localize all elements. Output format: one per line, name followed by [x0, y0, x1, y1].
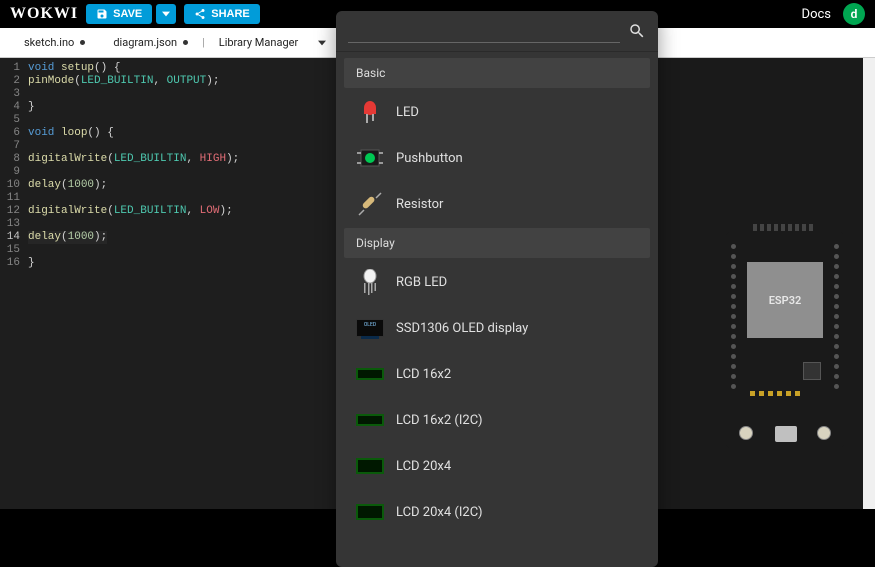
oled-icon: OLED	[356, 314, 384, 342]
tab-more[interactable]	[312, 28, 332, 57]
resistor-icon	[356, 190, 384, 218]
save-button[interactable]: SAVE	[86, 4, 152, 24]
caret-down-icon	[318, 40, 326, 46]
rgb-led-icon	[356, 268, 384, 296]
parts-search	[336, 11, 658, 52]
share-button[interactable]: SHARE	[184, 4, 260, 24]
tab-diagram[interactable]: diagram.json	[99, 28, 202, 57]
part-label: RGB LED	[396, 275, 447, 290]
tab-library-manager[interactable]: Library Manager	[205, 28, 312, 57]
part-label: SSD1306 OLED display	[396, 321, 528, 336]
part-label: Resistor	[396, 197, 443, 212]
parts-picker: Basic LED Pushbutton Resistor Display RG…	[336, 11, 658, 567]
modified-dot-icon	[183, 40, 188, 45]
board-esp32[interactable]: ESP32	[725, 230, 845, 450]
modified-dot-icon	[80, 40, 85, 45]
part-label: LED	[396, 105, 419, 120]
lcd-icon	[356, 406, 384, 434]
scrollbar[interactable]	[863, 58, 875, 509]
pins-left	[731, 244, 736, 389]
bottom-pads	[750, 391, 800, 396]
tab-sketch[interactable]: sketch.ino	[10, 28, 99, 57]
part-pushbutton[interactable]: Pushbutton	[344, 136, 650, 180]
save-label: SAVE	[113, 8, 142, 20]
pushbutton-icon	[356, 144, 384, 172]
led-icon	[356, 98, 384, 126]
part-lcd-20x4[interactable]: LCD 20x4	[344, 444, 650, 488]
part-lcd-16x2-i2c[interactable]: LCD 16x2 (I2C)	[344, 398, 650, 442]
part-label: LCD 16x2	[396, 367, 451, 382]
part-led[interactable]: LED	[344, 90, 650, 134]
lcd-icon	[356, 360, 384, 388]
pins-right	[834, 244, 839, 389]
part-label: LCD 20x4 (I2C)	[396, 505, 483, 520]
board-button-right[interactable]	[817, 426, 831, 440]
lcd-icon	[356, 498, 384, 526]
part-label: Pushbutton	[396, 151, 463, 166]
share-label: SHARE	[211, 8, 250, 20]
share-icon	[194, 8, 206, 20]
small-chip-icon	[803, 362, 821, 380]
category-display: Display	[344, 228, 650, 258]
parts-list[interactable]: Basic LED Pushbutton Resistor Display RG…	[336, 52, 658, 567]
category-basic: Basic	[344, 58, 650, 88]
part-rgb-led[interactable]: RGB LED	[344, 260, 650, 304]
caret-down-icon	[162, 10, 170, 18]
avatar[interactable]: d	[843, 3, 865, 25]
chip-label: ESP32	[747, 262, 823, 338]
save-dropdown[interactable]	[156, 4, 176, 24]
search-icon[interactable]	[628, 22, 646, 40]
part-resistor[interactable]: Resistor	[344, 182, 650, 226]
part-label: LCD 20x4	[396, 459, 451, 474]
part-label: LCD 16x2 (I2C)	[396, 413, 483, 428]
search-input[interactable]	[348, 19, 620, 43]
code-editor[interactable]: 1void setup() {2pinMode(LED_BUILTIN, OUT…	[0, 58, 336, 509]
part-oled[interactable]: OLED SSD1306 OLED display	[344, 306, 650, 350]
board-button-left[interactable]	[739, 426, 753, 440]
lcd-icon	[356, 452, 384, 480]
part-lcd-16x2[interactable]: LCD 16x2	[344, 352, 650, 396]
part-lcd-20x4-i2c[interactable]: LCD 20x4 (I2C)	[344, 490, 650, 534]
logo[interactable]: WOKWI	[10, 5, 78, 23]
antenna-icon	[753, 224, 813, 231]
docs-link[interactable]: Docs	[802, 7, 831, 22]
save-icon	[96, 8, 108, 20]
usb-port-icon	[775, 426, 797, 442]
